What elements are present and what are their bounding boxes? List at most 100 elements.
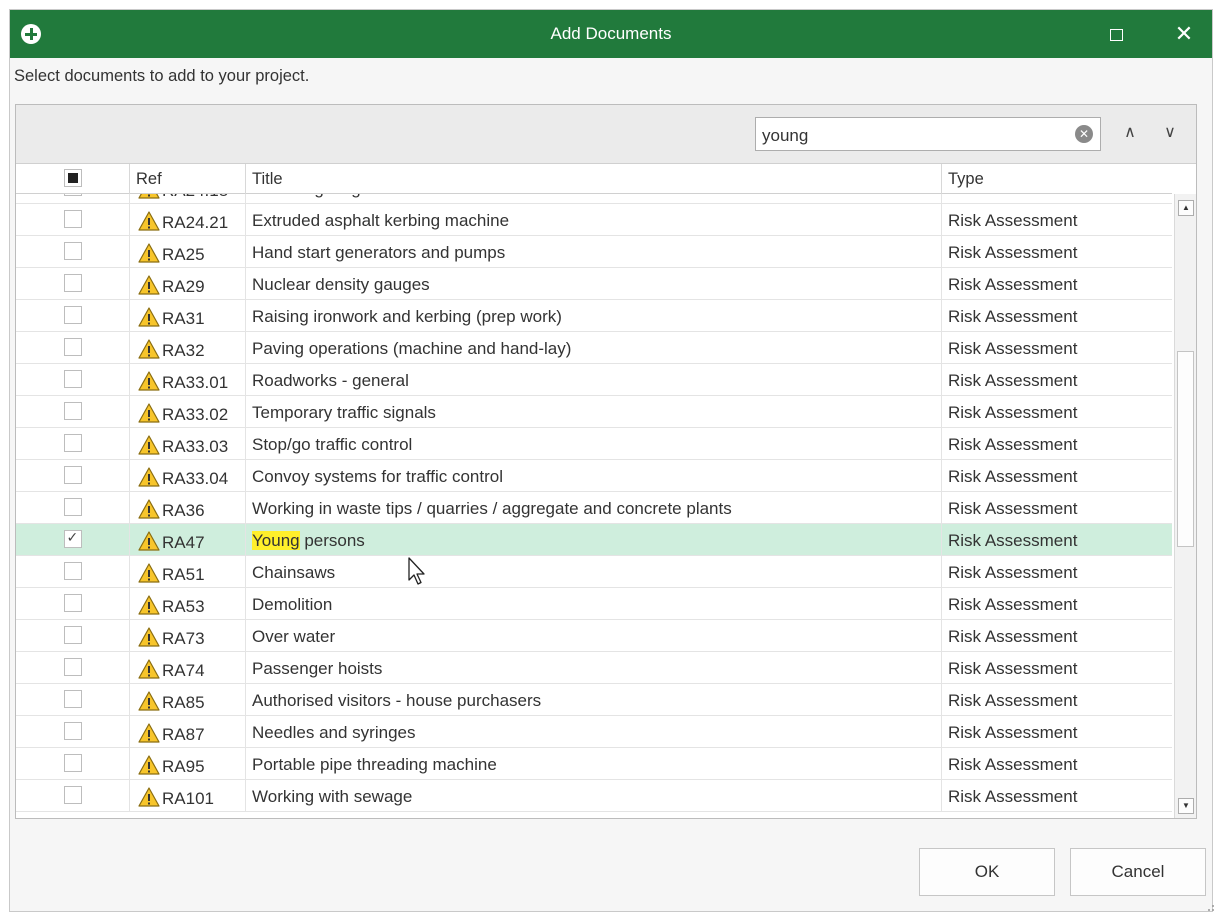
row-checkbox[interactable] [63, 242, 82, 260]
title-cell: Stop/go traffic control [246, 428, 942, 460]
table-row[interactable]: RA85 Authorised visitors - house purchase… [16, 684, 1172, 716]
column-header-type[interactable]: Type [942, 164, 1172, 194]
ref-cell: RA51 [130, 556, 246, 588]
maximize-icon [1110, 29, 1123, 41]
table-row[interactable]: RA53 Demolition Risk Assessment [16, 588, 1172, 620]
warning-icon [138, 755, 160, 775]
scroll-up-arrow-icon[interactable]: ▲ [1178, 200, 1194, 216]
type-cell: Risk Assessment [948, 467, 1078, 486]
table-row[interactable]: RA24.18 Mobile lighting towersRisk Assess… [16, 194, 1172, 204]
ref-label: RA36 [162, 501, 205, 520]
grid-header: Ref Title Type [16, 164, 1172, 194]
ref-label: RA53 [162, 597, 205, 616]
table-row[interactable]: RA33.02 Temporary traffic signals Risk Ass… [16, 396, 1172, 428]
row-checkbox[interactable] [63, 274, 82, 292]
select-all-header [16, 164, 130, 194]
previous-match-button[interactable]: ∧ [1118, 121, 1142, 145]
resize-grip-icon[interactable] [1205, 902, 1215, 912]
table-row[interactable]: RA51 Chainsaws Risk Assessment [16, 556, 1172, 588]
row-checkbox[interactable] [63, 210, 82, 228]
ref-label: RA74 [162, 661, 205, 680]
table-row[interactable]: RA33.01 Roadworks - general Risk Assessmen… [16, 364, 1172, 396]
ok-button[interactable]: OK [919, 848, 1055, 896]
type-cell: Risk Assessment [948, 787, 1078, 806]
table-row[interactable]: RA33.04 Convoy systems for traffic contro… [16, 460, 1172, 492]
warning-icon [138, 403, 160, 423]
table-row[interactable]: RA95 Portable pipe threading machine Risk … [16, 748, 1172, 780]
scroll-down-arrow-icon[interactable]: ▼ [1178, 798, 1194, 814]
ref-label: RA101 [162, 789, 214, 808]
table-row[interactable]: RA33.03 Stop/go traffic control Risk Asses… [16, 428, 1172, 460]
vertical-scrollbar[interactable]: ▲ ▼ [1174, 194, 1196, 818]
cancel-button[interactable]: Cancel [1070, 848, 1206, 896]
warning-icon [138, 595, 160, 615]
table-row[interactable]: RA24.21 Extruded asphalt kerbing machine R… [16, 204, 1172, 236]
title-cell: Chainsaws [246, 556, 942, 588]
grid-toolbar: young ✕ ∧ ∨ [16, 105, 1196, 164]
ref-label: RA87 [162, 725, 205, 744]
search-input[interactable]: young ✕ [755, 117, 1101, 151]
row-checkbox[interactable] [63, 306, 82, 324]
scrollbar-thumb[interactable] [1177, 351, 1194, 547]
title-cell: Over water [246, 620, 942, 652]
ref-cell: RA74 [130, 652, 246, 684]
row-checkbox[interactable] [63, 594, 82, 612]
maximize-button[interactable] [1102, 20, 1130, 48]
grid-rows: RA24.18Mobile lighting towersRisk Assess… [16, 194, 1172, 818]
title-label: persons [299, 531, 365, 550]
ref-cell: RA24.18 [130, 194, 246, 204]
table-row[interactable]: RA74 Passenger hoists Risk Assessment [16, 652, 1172, 684]
table-row[interactable]: RA101 Working with sewage Risk Assessment [16, 780, 1172, 812]
row-checkbox[interactable] [63, 690, 82, 708]
ref-cell: RA33.04 [130, 460, 246, 492]
row-checkbox[interactable] [63, 658, 82, 676]
title-cell: Authorised visitors - house purchasers [246, 684, 942, 716]
table-row[interactable]: RA32 Paving operations (machine and hand-… [16, 332, 1172, 364]
next-match-button[interactable]: ∨ [1158, 121, 1182, 145]
table-row[interactable]: RA36 Working in waste tips / quarries / a… [16, 492, 1172, 524]
close-button[interactable]: ✕ [1170, 20, 1198, 48]
table-row[interactable]: RA73 Over water Risk Assessment [16, 620, 1172, 652]
table-row[interactable]: RA87 Needles and syringes Risk Assessment [16, 716, 1172, 748]
row-checkbox[interactable] [63, 498, 82, 516]
table-row[interactable]: RA47 Young persons Risk Assessment [16, 524, 1172, 556]
row-checkbox[interactable] [63, 194, 82, 196]
instruction-text: Select documents to add to your project. [14, 67, 310, 85]
row-checkbox[interactable] [63, 402, 82, 420]
table-row[interactable]: RA25 Hand start generators and pumps Risk … [16, 236, 1172, 268]
select-all-checkbox[interactable] [63, 169, 82, 187]
ref-label: RA95 [162, 757, 205, 776]
ref-label: RA51 [162, 565, 205, 584]
ref-label: RA29 [162, 277, 205, 296]
table-row[interactable]: RA29 Nuclear density gauges Risk Assessmen… [16, 268, 1172, 300]
clear-search-icon[interactable]: ✕ [1075, 125, 1093, 143]
ref-cell: RA53 [130, 588, 246, 620]
type-cell: Risk Assessment [948, 339, 1078, 358]
row-checkbox[interactable] [63, 529, 82, 548]
title-bar: Add Documents ✕ [10, 10, 1212, 58]
table-row[interactable]: RA31 Raising ironwork and kerbing (prep w… [16, 300, 1172, 332]
row-checkbox[interactable] [63, 786, 82, 804]
column-header-title[interactable]: Title [246, 164, 942, 194]
row-checkbox-cell [16, 268, 130, 300]
row-checkbox[interactable] [63, 754, 82, 772]
row-checkbox-cell [16, 716, 130, 748]
warning-icon [138, 691, 160, 711]
row-checkbox[interactable] [63, 434, 82, 452]
row-checkbox[interactable] [63, 370, 82, 388]
row-checkbox-cell [16, 332, 130, 364]
warning-icon [138, 499, 160, 519]
title-cell: Nuclear density gauges [246, 268, 942, 300]
warning-icon [138, 371, 160, 391]
row-checkbox[interactable] [63, 562, 82, 580]
title-cell: Young persons [246, 524, 942, 556]
window-title: Add Documents [550, 24, 672, 43]
row-checkbox[interactable] [63, 722, 82, 740]
column-header-ref[interactable]: Ref [130, 164, 246, 194]
type-cell: Risk Assessment [948, 275, 1078, 294]
row-checkbox[interactable] [63, 626, 82, 644]
warning-icon [138, 211, 160, 231]
row-checkbox[interactable] [63, 466, 82, 484]
row-checkbox[interactable] [63, 338, 82, 356]
ref-label: RA47 [162, 533, 205, 552]
